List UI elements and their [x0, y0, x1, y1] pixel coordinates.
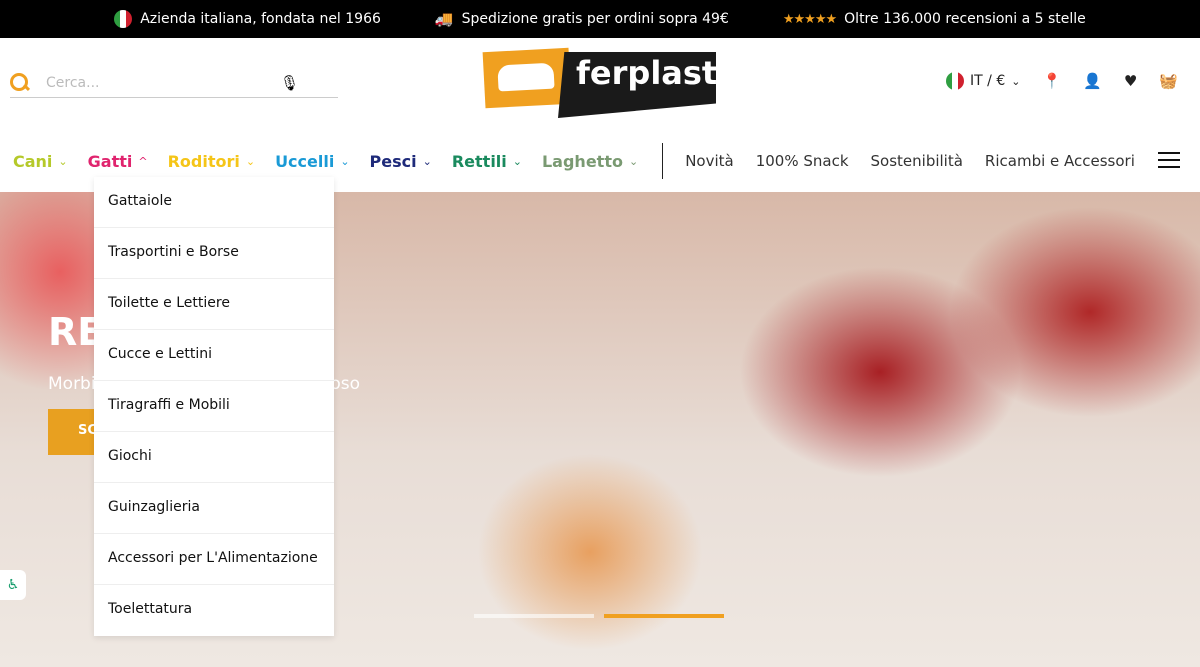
wishlist-heart-icon[interactable]: ♥ [1124, 72, 1137, 90]
nav-link[interactable]: Sostenibilità [871, 152, 963, 170]
nav-category-label: Rettili [451, 151, 507, 171]
nav-category-roditori[interactable]: Roditori ⌄ [168, 152, 255, 171]
dropdown-item[interactable]: Toelettatura [94, 585, 334, 636]
nav-category-gatti[interactable]: Gatti ^ [88, 152, 148, 171]
dropdown-item[interactable]: Gattaiole [94, 177, 334, 228]
nav-category-rettili[interactable]: Rettili ⌄ [452, 152, 522, 171]
nav-link[interactable]: 100% Snack [756, 152, 849, 170]
nav-divider [662, 143, 664, 179]
nav-link[interactable]: Ricambi e Accessori [985, 152, 1135, 170]
nav-category-uccelli[interactable]: Uccelli ⌄ [275, 152, 349, 171]
nav-category-label: Laghetto [541, 151, 623, 171]
nav-category-label: Uccelli [275, 151, 335, 171]
chevron-down-icon: ⌄ [628, 154, 639, 168]
italy-flag-icon [114, 10, 133, 28]
slide-indicator-2[interactable] [604, 614, 724, 618]
dropdown-item[interactable]: Giochi [94, 432, 334, 483]
header: 🎙 ferplast IT / € ⌄ 📍 👤 ♥ 🧺 [0, 38, 1200, 130]
announcement-text: Azienda italiana, fondata nel 1966 [140, 11, 381, 27]
chevron-down-icon: ⌄ [422, 154, 432, 168]
nav-category-label: Cani [13, 151, 53, 171]
dropdown-item[interactable]: Guinzaglieria [94, 483, 334, 534]
dropdown-item[interactable]: Cucce e Lettini [94, 330, 334, 381]
hero-subtitle-end: oso [330, 374, 360, 394]
account-icon[interactable]: 👤 [1083, 72, 1102, 90]
microphone-icon[interactable]: 🎙 [280, 74, 299, 92]
dropdown-item[interactable]: Trasportini e Borse [94, 228, 334, 279]
nav-category-label: Pesci [369, 151, 417, 171]
dropdown-item[interactable]: Toilette e Lettiere [94, 279, 334, 330]
nav-link[interactable]: Novità [685, 152, 734, 170]
dropdown-item[interactable]: Accessori per L'Alimentazione [94, 534, 334, 585]
search-bar: 🎙 [10, 68, 338, 98]
nav-category-label: Gatti [87, 151, 133, 171]
search-input[interactable] [46, 74, 280, 91]
ferplast-logo[interactable]: ferplast [482, 46, 718, 118]
carousel-indicators [474, 614, 724, 618]
five-stars-icon: ★★★★★ [782, 11, 837, 27]
chevron-down-icon: ⌄ [512, 154, 522, 168]
language-currency-selector[interactable]: IT / € ⌄ [946, 72, 1020, 90]
gatti-dropdown-menu: Gattaiole Trasportini e Borse Toilette e L… [94, 177, 334, 636]
chevron-down-icon: ⌄ [58, 154, 68, 168]
nav-category-cani[interactable]: Cani ⌄ [13, 152, 68, 171]
hero-subtitle-start: Morbi [48, 374, 96, 394]
chevron-down-icon: ⌄ [245, 154, 256, 168]
italy-flag-icon [946, 72, 965, 90]
truck-icon: 🚚 [434, 10, 454, 28]
slide-indicator-1[interactable] [474, 614, 594, 618]
cart-basket-icon[interactable]: 🧺 [1159, 72, 1178, 90]
nav-category-pesci[interactable]: Pesci ⌄ [370, 152, 432, 171]
accessibility-icon[interactable]: ♿ [0, 570, 26, 600]
chevron-down-icon: ⌄ [340, 154, 350, 168]
announcement-bar: Azienda italiana, fondata nel 1966 🚚 Sped… [0, 0, 1200, 38]
locale-label: IT / € [970, 73, 1006, 89]
dropdown-item[interactable]: Tiragraffi e Mobili [94, 381, 334, 432]
chevron-down-icon: ⌄ [1011, 74, 1021, 88]
nav-category-laghetto[interactable]: Laghetto ⌄ [542, 152, 638, 171]
nav-category-label: Roditori [167, 151, 240, 171]
store-locator-icon[interactable]: 📍 [1042, 72, 1061, 90]
search-icon[interactable] [10, 72, 30, 93]
announcement-text: Spedizione gratis per ordini sopra 49€ [461, 11, 729, 27]
hamburger-menu-icon[interactable] [1158, 152, 1180, 168]
announcement-text: Oltre 136.000 recensioni a 5 stelle [844, 11, 1086, 27]
chevron-up-icon: ^ [138, 154, 148, 168]
logo-text: ferplast [576, 54, 718, 92]
